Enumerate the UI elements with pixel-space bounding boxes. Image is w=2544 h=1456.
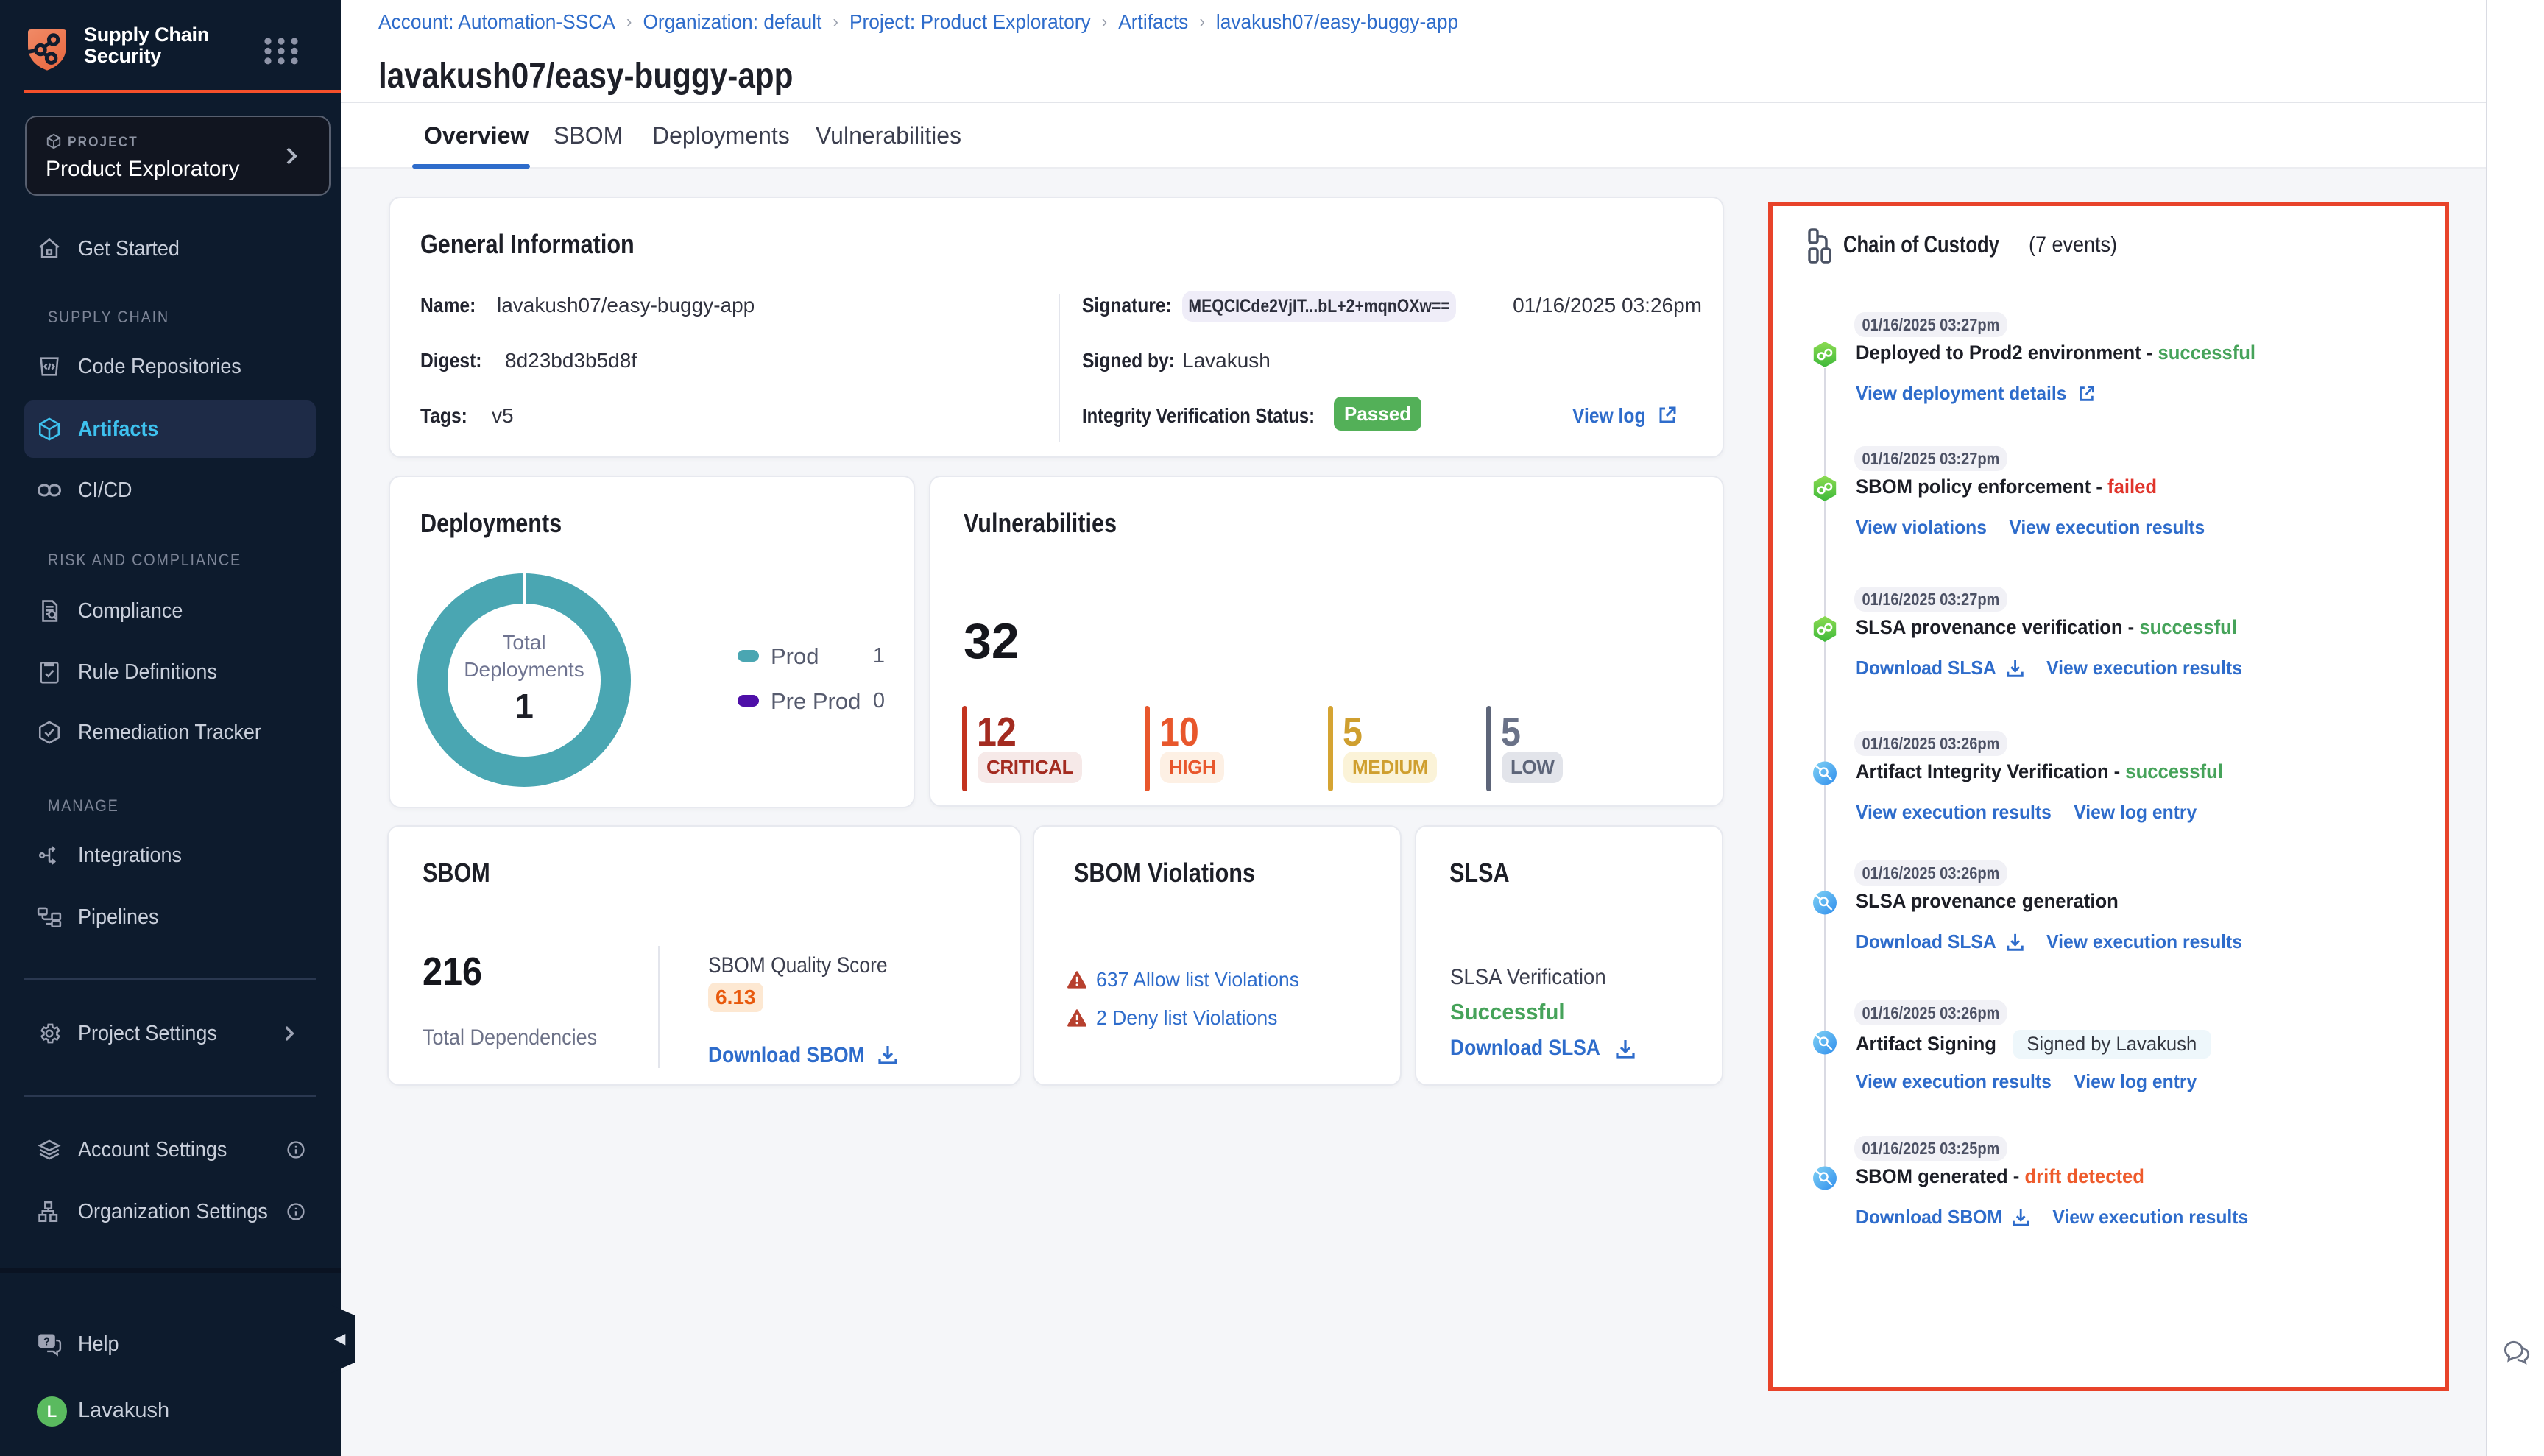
svg-text:?: ? [43,1337,50,1349]
